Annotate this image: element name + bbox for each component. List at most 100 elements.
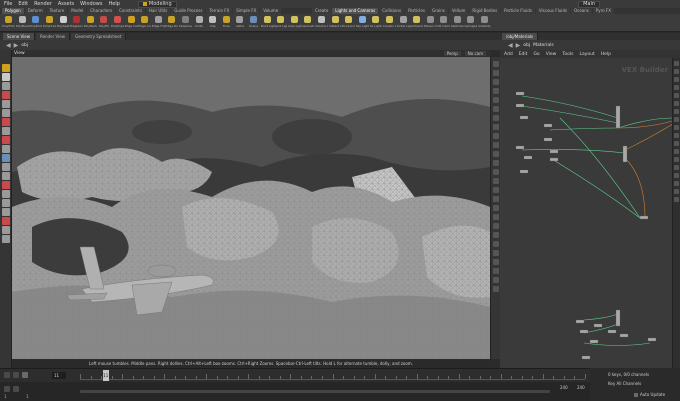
net-menu-view[interactable]: View — [546, 52, 557, 57]
display-option-icon[interactable] — [492, 61, 499, 67]
display-option-icon[interactable] — [492, 250, 499, 256]
shelf-tool-button[interactable]: Switcher — [451, 14, 465, 32]
left-tool-icon[interactable] — [1, 199, 10, 207]
display-option-icon[interactable] — [492, 88, 499, 94]
menu-windows[interactable]: Windows — [80, 1, 102, 7]
key-all-channels-button[interactable]: Key All Channels — [608, 381, 641, 386]
shelf-tool-button[interactable]: Distant Light — [328, 14, 342, 32]
menu-help[interactable]: Help — [108, 1, 119, 7]
net-menu-add[interactable]: Add — [504, 52, 513, 57]
back-arrow-icon[interactable]: ◀ — [6, 42, 11, 49]
net-forward-icon[interactable]: ▶ — [516, 42, 521, 49]
display-option-icon[interactable] — [492, 115, 499, 121]
shelf-tool-button[interactable]: Edge Collapse — [124, 14, 138, 32]
network-tool-icon[interactable] — [674, 133, 679, 138]
shelf-tool-button[interactable]: Edge Flip — [152, 14, 166, 32]
network-tool-icon[interactable] — [674, 157, 679, 162]
user-selector[interactable]: Main — [578, 0, 600, 8]
frame-ruler[interactable] — [80, 371, 586, 380]
tab-materials-network[interactable]: /obj/Materials — [502, 33, 539, 40]
desktop-selector[interactable]: Modeling — [137, 0, 177, 8]
display-option-icon[interactable] — [492, 187, 499, 193]
left-tool-icon[interactable] — [1, 118, 10, 126]
view-menu[interactable]: View — [14, 51, 25, 56]
left-tool-icon[interactable] — [1, 82, 10, 90]
shelf-tool-button[interactable]: Fuse — [220, 14, 234, 32]
left-tool-icon[interactable] — [1, 217, 10, 225]
network-tool-icon[interactable] — [674, 101, 679, 106]
network-tool-icon[interactable] — [674, 77, 679, 82]
auto-update-toggle[interactable]: Auto Update — [634, 392, 665, 397]
display-option-icon[interactable] — [492, 151, 499, 157]
range-start[interactable]: 1 — [4, 394, 7, 399]
tab-geometry-spreadsheet[interactable]: Geometry Spreadsheet — [70, 33, 127, 40]
play-mode-button[interactable] — [22, 372, 28, 378]
shelf-tool-button[interactable]: PolyBevel — [16, 14, 30, 32]
display-option-icon[interactable] — [492, 223, 499, 229]
current-frame-field[interactable]: 11 — [52, 372, 66, 379]
shelf-tool-button[interactable]: Geometry Light — [301, 14, 315, 32]
display-option-icon[interactable] — [492, 169, 499, 175]
left-tool-icon[interactable] — [1, 109, 10, 117]
start-frame-field[interactable] — [13, 386, 19, 392]
network-tool-icon[interactable] — [674, 141, 679, 146]
network-tool-icon[interactable] — [674, 189, 679, 194]
shelf-tool-button[interactable]: PolyFill — [97, 14, 111, 32]
left-tool-icon[interactable] — [1, 100, 10, 108]
net-menu-tools[interactable]: Tools — [562, 52, 573, 57]
shelf-tool-button[interactable]: Portal Light — [396, 14, 410, 32]
display-option-icon[interactable] — [492, 286, 499, 292]
range-slider[interactable] — [80, 390, 550, 393]
shelf-tool-button[interactable]: Dissolve — [179, 14, 193, 32]
network-tool-icon[interactable] — [674, 181, 679, 186]
tab-scene-view[interactable]: Scene View — [3, 33, 35, 40]
start-frame-icon[interactable] — [4, 386, 10, 392]
left-tool-icon[interactable] — [1, 136, 10, 144]
left-tool-icon[interactable] — [1, 91, 10, 99]
playhead[interactable]: 11 — [102, 370, 109, 381]
display-option-icon[interactable] — [492, 277, 499, 283]
display-option-icon[interactable] — [492, 178, 499, 184]
display-option-icon[interactable] — [492, 124, 499, 130]
range-end-field[interactable]: 240 — [577, 385, 585, 390]
display-option-icon[interactable] — [492, 70, 499, 76]
net-path-context[interactable]: obj — [523, 43, 530, 48]
shelf-tool-button[interactable]: Sky Light — [355, 14, 369, 32]
shelf-tool-button[interactable]: Lathe — [233, 14, 247, 32]
network-tool-icon[interactable] — [674, 69, 679, 74]
shelf-tool-button[interactable]: Spot Light — [274, 14, 288, 32]
shelf-tool-button[interactable]: PolyExtrude — [2, 14, 16, 32]
menu-render[interactable]: Render — [34, 1, 52, 7]
shelf-tool-button[interactable]: PolyDraw — [43, 14, 57, 32]
menu-edit[interactable]: Edit — [18, 1, 28, 7]
display-option-icon[interactable] — [492, 79, 499, 85]
network-tool-icon[interactable] — [674, 93, 679, 98]
network-tool-icon[interactable] — [674, 173, 679, 178]
shelf-tool-button[interactable]: Visibility — [478, 14, 492, 32]
left-tool-icon[interactable] — [1, 172, 10, 180]
shelf-tool-button[interactable]: Edge Cusp — [138, 14, 152, 32]
display-option-icon[interactable] — [492, 268, 499, 274]
shelf-tool-button[interactable]: Volume Light — [315, 14, 329, 32]
left-tool-icon[interactable] — [1, 73, 10, 81]
left-tool-icon[interactable] — [1, 127, 10, 135]
shelf-tool-button[interactable]: Ambient Light — [410, 14, 424, 32]
left-tool-icon[interactable] — [1, 163, 10, 171]
shelf-tool-button[interactable]: Caustic Light — [383, 14, 397, 32]
display-option-icon[interactable] — [492, 142, 499, 148]
shelf-tool-button[interactable]: Point Light — [260, 14, 274, 32]
shelf-tool-button[interactable]: EdgeLoop — [70, 14, 84, 32]
left-tool-icon[interactable] — [1, 208, 10, 216]
display-option-icon[interactable] — [492, 259, 499, 265]
shelf-tool-button[interactable]: Environment Light — [342, 14, 356, 32]
network-tool-icon[interactable] — [674, 165, 679, 170]
network-tool-icon[interactable] — [674, 85, 679, 90]
left-tool-icon[interactable] — [1, 226, 10, 234]
shelf-tool-button[interactable]: PolyReduce — [84, 14, 98, 32]
range-start-2[interactable]: 1 — [26, 394, 29, 399]
shelf-tool-button[interactable]: PolySplit — [56, 14, 70, 32]
realtime-toggle[interactable] — [13, 372, 19, 378]
network-tool-icon[interactable] — [674, 117, 679, 122]
camera-menu[interactable]: No cam — [464, 51, 486, 56]
display-option-icon[interactable] — [492, 160, 499, 166]
